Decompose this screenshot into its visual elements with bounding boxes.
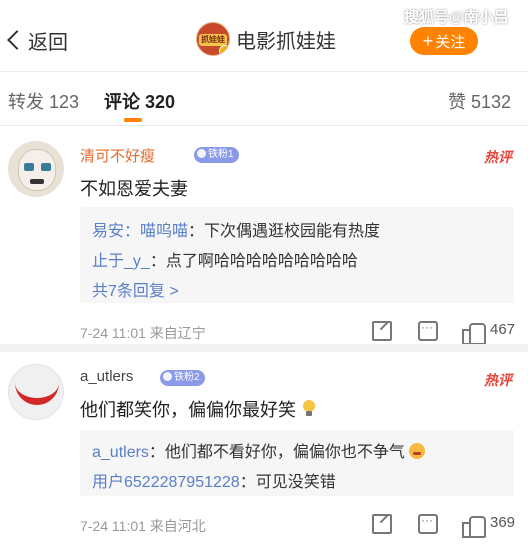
avatar-eye [24,163,34,171]
avatar-smile [15,379,59,405]
fan-badge-label: 铁粉2 [174,372,200,383]
comment-text: 他们都笑你，偏偏你最好笑 [80,396,317,422]
heart-icon [163,372,172,381]
thumbs-up-icon[interactable] [462,514,486,538]
watermark: 搜狐号@南小吕 [404,9,509,26]
tab-bar: 转发 123 评论 320 赞 5132 [0,72,528,126]
like-count: 369 [490,514,516,531]
comment-text-content: 他们都笑你，偏偏你最好笑 [80,400,296,420]
reply-text: ：可见没笑错 [239,474,336,491]
comment-meta: 7-24 11:01 来自辽宁 [80,325,206,341]
comment-item: 清可不好瘦 铁粉1 热评 不如恩爱夫妻 易安：喵呜喵：下次偶遇逛校园能有热度 止… [0,127,528,347]
chevron-left-icon [6,28,20,52]
reply-item[interactable]: 用户6522287951228：可见没笑错 [92,468,336,492]
follow-button[interactable]: + 关注 [410,27,478,55]
hot-comment-tag: 热评 [484,372,512,388]
reply-item[interactable]: a_utlers：他们都不看好你，偏偏你也不争气 [92,438,426,462]
more-replies-link[interactable]: 共7条回复 > [92,277,179,301]
top-bar: 搜狐号@南小吕 返回 抓娃娃 电影抓娃娃 + 关注 [0,0,528,72]
reply-username[interactable]: 易安：喵呜喵 [92,223,188,240]
heart-icon [197,149,206,158]
comment-username[interactable]: a_utlers [80,368,133,385]
comment-text: 不如恩爱夫妻 [80,179,188,199]
account-info[interactable]: 抓娃娃 电影抓娃娃 [196,22,336,56]
avatar-mouth [30,179,44,184]
share-icon[interactable] [372,514,392,534]
back-button[interactable]: 返回 [6,26,68,54]
plus-icon: + [422,30,434,51]
reply-icon[interactable] [418,513,438,534]
reply-username[interactable]: 止于_y_ [92,253,150,270]
reply-item[interactable]: 易安：喵呜喵：下次偶遇逛校园能有热度 [92,217,380,241]
account-name: 电影抓娃娃 [236,30,336,53]
lightbulb-icon [301,400,317,418]
reply-icon[interactable] [418,320,438,341]
like-count: 467 [490,321,516,338]
back-label: 返回 [28,31,68,54]
reply-username[interactable]: 用户6522287951228 [92,474,240,491]
fan-badge: 铁粉2 [160,370,205,386]
account-avatar: 抓娃娃 [196,22,230,56]
comment-meta: 7-24 11:01 来自河北 [80,518,206,534]
thumbs-up-icon[interactable] [462,321,486,345]
reply-box[interactable]: a_utlers：他们都不看好你，偏偏你也不争气 用户6522287951228… [80,430,514,496]
tab-likes[interactable]: 赞 5132 [448,88,511,114]
reply-text: ：点了啊哈哈哈哈哈哈哈哈哈 [149,253,358,270]
reply-text: ：他们都不看好你，偏偏你也不争气 [148,444,405,461]
reply-item[interactable]: 止于_y_：点了啊哈哈哈哈哈哈哈哈哈 [92,247,358,271]
comment-username[interactable]: 清可不好瘦 [80,145,155,166]
verified-badge-icon [219,45,229,55]
laughing-emoji-icon [409,443,426,459]
active-tab-indicator [124,118,142,122]
divider [0,344,528,352]
tab-comments[interactable]: 评论 320 [104,88,175,114]
reply-username[interactable]: a_utlers [92,444,149,461]
share-icon[interactable] [372,321,392,341]
comment-item: a_utlers 铁粉2 热评 他们都笑你，偏偏你最好笑 a_utlers：他们… [0,352,528,549]
comment-actions: 467 [372,320,522,345]
reply-box[interactable]: 易安：喵呜喵：下次偶遇逛校园能有热度 止于_y_：点了啊哈哈哈哈哈哈哈哈哈 共7… [80,207,514,303]
avatar[interactable] [8,364,64,420]
avatar-eye [41,163,51,171]
follow-label: 关注 [435,33,466,51]
fan-badge-label: 铁粉1 [208,149,234,160]
fan-badge: 铁粉1 [194,147,239,163]
hot-comment-tag: 热评 [484,149,512,165]
tab-reposts[interactable]: 转发 123 [8,88,79,114]
avatar[interactable] [8,141,64,197]
reply-text: ：下次偶遇逛校园能有热度 [188,223,381,240]
comment-actions: 369 [372,513,522,538]
